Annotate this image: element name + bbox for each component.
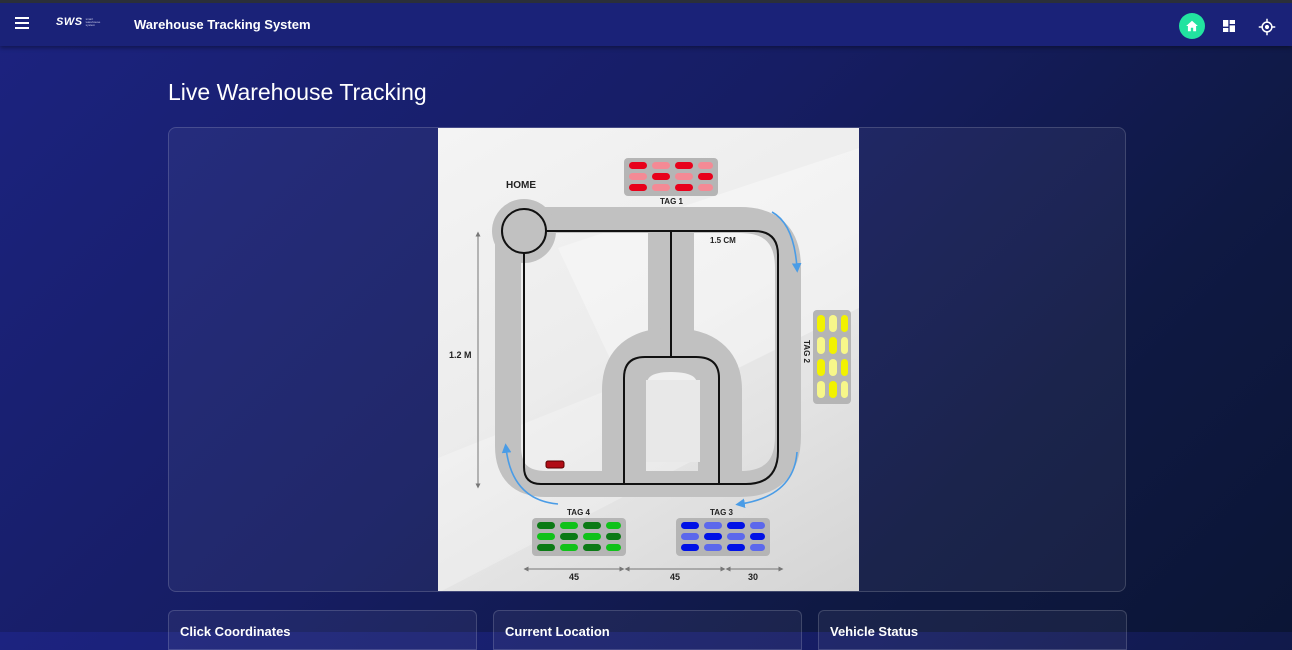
- home-icon: [1186, 20, 1198, 32]
- location-button[interactable]: [1258, 18, 1276, 36]
- warehouse-map-drawing: HOME TAG 1 TAG 2 TAG 3 TAG 4 1.5 CM 1.2 …: [438, 148, 859, 591]
- vehicle-status-card: Vehicle Status: [818, 610, 1127, 650]
- app-title: Warehouse Tracking System: [134, 17, 311, 32]
- tag3-label: TAG 3: [710, 508, 734, 517]
- tag3-rack: [676, 518, 770, 556]
- vehicle-marker: [545, 460, 565, 469]
- logo-subtext: smart warehouse system: [85, 16, 101, 27]
- page-title: Live Warehouse Tracking: [168, 79, 427, 105]
- menu-icon[interactable]: [12, 14, 32, 34]
- tag1-rack: [624, 158, 718, 196]
- segment-label-2: 45: [670, 572, 680, 582]
- tag4-label: TAG 4: [567, 508, 591, 517]
- dashboard-icon: [1223, 20, 1235, 32]
- location-icon: [1258, 18, 1276, 36]
- click-coordinates-card: Click Coordinates: [168, 610, 477, 650]
- track-width-label: 1.5 CM: [710, 236, 736, 245]
- app-logo: SWS smart warehouse system: [56, 16, 100, 28]
- home-button[interactable]: [1179, 13, 1205, 39]
- segment-label-3: 30: [748, 572, 758, 582]
- segment-label-1: 45: [569, 572, 579, 582]
- tag4-rack: [532, 518, 626, 556]
- warehouse-map[interactable]: HOME TAG 1 TAG 2 TAG 3 TAG 4 1.5 CM 1.2 …: [438, 128, 859, 591]
- logo-text: SWS: [56, 16, 83, 28]
- height-label: 1.2 M: [449, 350, 472, 360]
- dashboard-button[interactable]: [1221, 18, 1237, 34]
- tag2-label: TAG 2: [802, 340, 811, 364]
- map-card: HOME TAG 1 TAG 2 TAG 3 TAG 4 1.5 CM 1.2 …: [168, 127, 1126, 592]
- current-location-card: Current Location: [493, 610, 802, 650]
- tag2-rack: [813, 310, 851, 404]
- home-label: HOME: [506, 180, 536, 191]
- top-app-bar: SWS smart warehouse system Warehouse Tra…: [0, 0, 1292, 46]
- tag1-label: TAG 1: [660, 197, 684, 206]
